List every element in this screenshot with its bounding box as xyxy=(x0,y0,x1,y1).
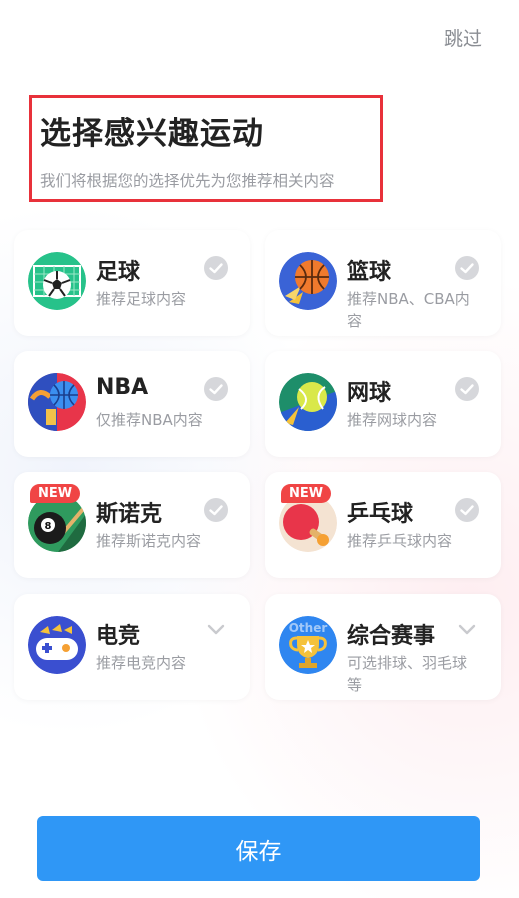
chevron-down-icon[interactable] xyxy=(206,622,226,638)
save-button[interactable]: 保存 xyxy=(37,816,480,881)
sport-name: 足球 xyxy=(96,260,141,285)
sport-card-tennis[interactable]: 网球 推荐网球内容 xyxy=(265,351,501,457)
sport-card-nba[interactable]: NBA 仅推荐NBA内容 xyxy=(14,351,250,457)
check-circle-icon[interactable] xyxy=(204,498,228,522)
sport-name: 综合赛事 xyxy=(347,624,436,649)
sport-desc: 仅推荐NBA内容 xyxy=(96,411,203,429)
sport-card-soccer[interactable]: 足球 推荐足球内容 xyxy=(14,230,250,336)
sport-name: NBA xyxy=(96,375,149,400)
page-subtitle: 我们将根据您的选择优先为您推荐相关内容 xyxy=(40,172,335,190)
basketball-icon xyxy=(279,252,337,310)
sport-desc: 推荐斯诺克内容 xyxy=(96,532,202,550)
sport-card-other[interactable]: Other 综合赛事 可选排球、羽毛球等 xyxy=(265,594,501,700)
sport-name: 斯诺克 xyxy=(96,502,163,527)
sport-desc: 推荐电竞内容 xyxy=(96,654,187,672)
gamepad-icon xyxy=(28,616,86,674)
sport-desc: 推荐NBA、CBA内容 xyxy=(347,290,470,330)
sport-card-pingpong[interactable]: NEW 乒乓球 推荐乒乓球内容 xyxy=(265,472,501,578)
page-title: 选择感兴趣运动 xyxy=(40,116,264,152)
check-circle-icon[interactable] xyxy=(204,256,228,280)
trophy-icon: Other xyxy=(279,616,337,674)
skip-button[interactable]: 跳过 xyxy=(444,24,482,51)
sport-desc: 推荐足球内容 xyxy=(96,290,187,308)
sport-name: 乒乓球 xyxy=(347,502,414,527)
check-circle-icon[interactable] xyxy=(204,377,228,401)
header-highlight: 选择感兴趣运动 我们将根据您的选择优先为您推荐相关内容 xyxy=(29,95,383,202)
sport-name: 网球 xyxy=(347,381,392,406)
new-badge: NEW xyxy=(281,484,332,503)
trophy-icon-text: Other xyxy=(289,621,328,635)
sport-card-basketball[interactable]: 篮球 推荐NBA、CBA内容 xyxy=(265,230,501,336)
chevron-down-icon[interactable] xyxy=(457,622,477,638)
sport-name: 电竞 xyxy=(96,624,141,649)
sport-card-snooker[interactable]: NEW 8 斯诺克 推荐斯诺克内容 xyxy=(14,472,250,578)
tennis-ball-icon xyxy=(279,373,337,431)
nba-icon xyxy=(28,373,86,431)
sport-card-esports[interactable]: 电竞 推荐电竞内容 xyxy=(14,594,250,700)
sport-desc: 可选排球、羽毛球等 xyxy=(347,654,468,694)
soccer-ball-icon xyxy=(28,252,86,310)
check-circle-icon[interactable] xyxy=(455,498,479,522)
sport-desc: 推荐乒乓球内容 xyxy=(347,532,453,550)
sport-desc: 推荐网球内容 xyxy=(347,411,438,429)
check-circle-icon[interactable] xyxy=(455,377,479,401)
new-badge: NEW xyxy=(30,484,81,503)
svg-text:8: 8 xyxy=(45,521,52,532)
sport-name: 篮球 xyxy=(347,260,392,285)
check-circle-icon[interactable] xyxy=(455,256,479,280)
